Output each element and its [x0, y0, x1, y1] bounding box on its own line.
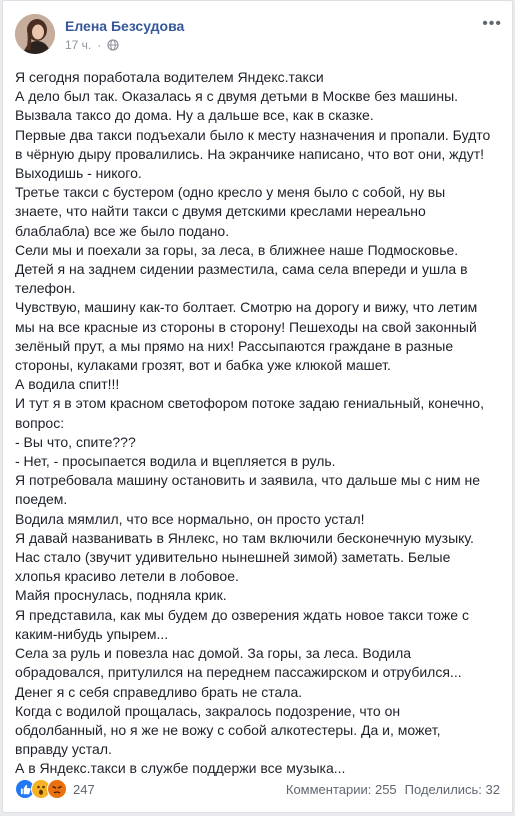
post-stats: Комментарии: 255 Поделились: 32 [286, 782, 500, 797]
post-text-line: обдолбанный, но я же не вожу с собой алк… [15, 721, 441, 738]
author-name[interactable]: Елена Безсудова [65, 18, 184, 34]
separator-dot: · [97, 38, 102, 52]
more-dots-icon[interactable]: ••• [482, 15, 502, 33]
comments-count[interactable]: Комментарии: 255 [286, 782, 397, 797]
post-text-line: Вызвала таксо до дома. Ну а дальше все, … [15, 107, 374, 124]
post-text-line: Майя проснулась, подняла крик. [15, 587, 227, 604]
post-text-line: вопрос: [15, 414, 65, 431]
post-text-line: Когда с водилой прощалась, закралось под… [15, 702, 401, 719]
reaction-count: 247 [73, 781, 95, 797]
post-text-line: Выходишь - никого. [15, 165, 142, 182]
post-text-line: Я сегодня поработала водителем Яндекс.та… [15, 69, 324, 85]
post-text-line: в чёрную дыру провалились. На экранчике … [15, 145, 485, 162]
post-footer: 247 Комментарии: 255 Поделились: 32 [15, 776, 500, 802]
author-avatar[interactable] [15, 14, 55, 54]
post-text-line: Я представила, как мы будем до озверения… [15, 606, 469, 623]
post-meta: 17 ч. · [65, 38, 119, 52]
post-text-line: Первые два такси подъехали было к месту … [15, 126, 491, 143]
post-text-line: знаете, что найти такси с двумя детскими… [15, 203, 426, 220]
post-text-line: вправду устал. [15, 741, 112, 758]
shares-count[interactable]: Поделились: 32 [405, 782, 500, 797]
post-text-line: Чувствую, машину как-то болтает. Смотрю … [15, 299, 478, 316]
post-text-line: Детей я на заднем сидении разместила, са… [15, 261, 468, 278]
post-text-line: Я потребовала машину остановить и заявил… [15, 472, 480, 489]
post-text-line: поедем. [15, 491, 68, 508]
avatar-photo [15, 14, 55, 54]
post-text-line: зелёный прут, а мы прямо на них! Рассыпа… [15, 337, 454, 354]
post-text-line: Денег я с себя справедливо брать не стал… [15, 683, 303, 700]
angry-icon [47, 779, 67, 799]
post-text-line: каким-нибудь упырем... [15, 625, 169, 642]
post-text-line: Сели мы и поехали за горы, за леса, в бл… [15, 241, 459, 258]
post-text-line: - Вы что, спите??? [15, 433, 136, 450]
post-text-line: стороны, кулаками грозят, вот и бабка уж… [15, 357, 391, 374]
post-text-line: Третье такси с бустером (одно кресло у м… [15, 184, 446, 201]
post-text-line: Водила мямлил, что все нормально, он про… [15, 510, 365, 527]
globe-icon[interactable] [107, 39, 119, 51]
reactions-summary[interactable]: 247 [15, 779, 95, 799]
post-text-line: Я давай названивать в Янлекс, но там вкл… [15, 529, 474, 546]
post-text-line: обрадовался, притулился на переднем пасс… [15, 664, 462, 681]
post-text-line: А дело был так. Оказалась я с двумя деть… [15, 88, 459, 105]
post-text-line: блаблабла) все же было подано. [15, 222, 230, 239]
post-text-line: - Нет, - просыпается водила и вцепляется… [15, 453, 336, 470]
post-text-line: А водила спит!!! [15, 376, 120, 393]
post-text-line: И тут я в этом красном светофором потоке… [15, 395, 484, 412]
post-text-line: Села за руль и повезла нас домой. За гор… [15, 645, 412, 662]
post-text-line: телефон. [15, 280, 76, 297]
post-text-line: мы на все красные из стороны в сторону! … [15, 318, 477, 335]
post-text-line: хлопья красиво летели в лобовое. [15, 568, 239, 585]
post-time[interactable]: 17 ч. [65, 38, 91, 52]
post-text: Я сегодня поработала водителем Яндекс.та… [15, 68, 507, 779]
post-card: Елена Безсудова 17 ч. · ••• Я сегодня по… [2, 0, 513, 813]
post-text-line: Нас стало (звучит удивительно нынешней з… [15, 549, 451, 566]
